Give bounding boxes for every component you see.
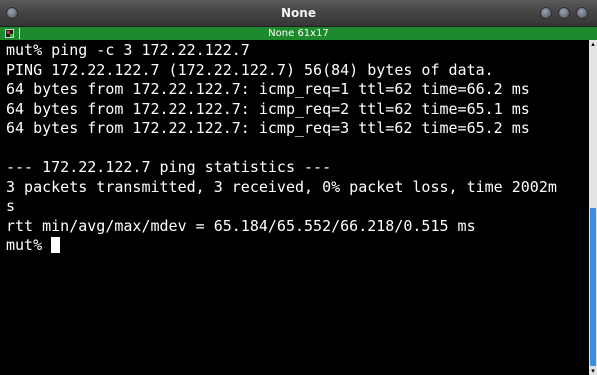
terminal-line: s — [6, 197, 16, 215]
window-title: None — [281, 6, 316, 20]
close-icon[interactable] — [576, 7, 588, 19]
terminal-line: 64 bytes from 172.22.122.7: icmp_req=3 t… — [6, 119, 530, 137]
text-cursor — [51, 237, 61, 253]
tab-bar: None 61x17 — [0, 27, 597, 40]
vertical-scrollbar[interactable]: ▴ ▾ — [589, 40, 597, 375]
terminal-line: 3 packets transmitted, 3 received, 0% pa… — [6, 177, 557, 196]
scrollbar-thumb[interactable] — [590, 208, 596, 366]
maximize-icon[interactable] — [558, 7, 570, 19]
scroll-down-icon[interactable]: ▾ — [589, 367, 597, 375]
terminal-line: 64 bytes from 172.22.122.7: icmp_req=2 t… — [6, 99, 530, 118]
shell-prompt: mut% — [6, 236, 52, 254]
terminal-line: rtt min/avg/max/mdev = 65.184/65.552/66.… — [6, 216, 476, 235]
terminal-line: --- 172.22.122.7 ping statistics --- — [6, 158, 332, 176]
title-bar[interactable]: None — [0, 0, 597, 27]
terminal-line: mut% ping -c 3 172.22.122.7 — [6, 41, 250, 59]
terminal-output[interactable]: mut% ping -c 3 172.22.122.7 PING 172.22.… — [0, 40, 589, 375]
terminal-line: PING 172.22.122.7 (172.22.122.7) 56(84) … — [6, 60, 494, 79]
minimize-icon[interactable] — [540, 7, 552, 19]
terminal-geometry-label: None 61x17 — [268, 28, 329, 39]
terminal-window: None None 61x17 mut% ping -c 3 172.22.12… — [0, 0, 597, 375]
terminal-line: 64 bytes from 172.22.122.7: icmp_req=1 t… — [6, 80, 530, 98]
scroll-up-icon[interactable]: ▴ — [589, 40, 597, 48]
